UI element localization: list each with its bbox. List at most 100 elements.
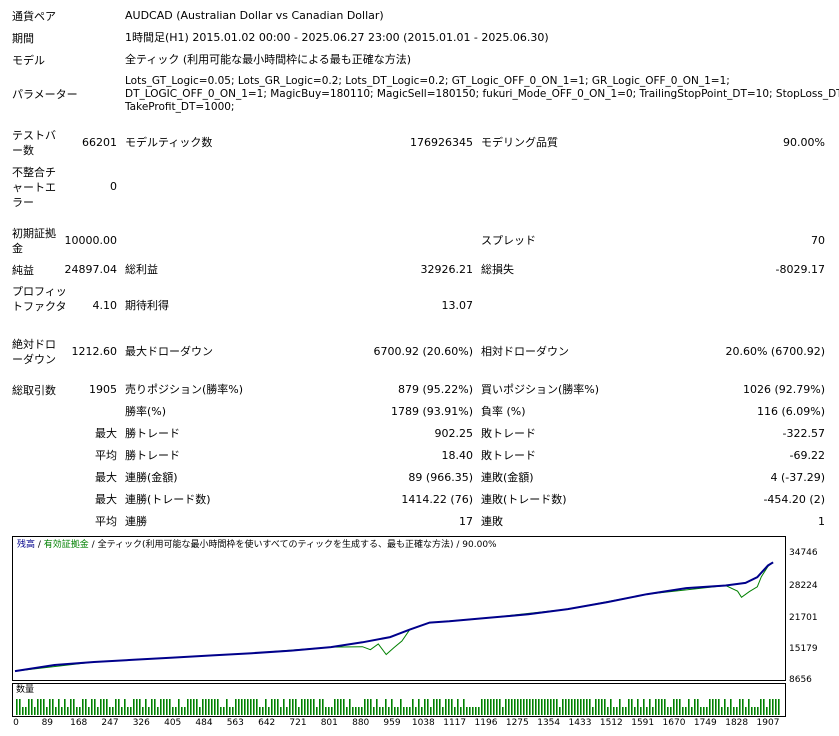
volume-bar (766, 707, 768, 715)
chart-legend: 残高 / 有効証拠金 / 全ティック(利用可能な最小時間枠を使いすべてのティック… (17, 539, 497, 551)
volume-bar (694, 699, 696, 715)
parameters-line-2: DT_LOGIC_OFF_0_ON_1=1; MagicBuy=180110; … (125, 88, 839, 100)
period-value: 1時間足(H1) 2015.01.02 00:00 - 2025.06.27 2… (125, 31, 549, 44)
y-tick-label: 21701 (789, 613, 818, 623)
max-win-trade-value: 902.25 (434, 427, 474, 440)
volume-bar (460, 707, 462, 715)
volume-bar (697, 699, 699, 715)
expected-payoff-label: 期待利得 (125, 299, 169, 312)
volume-bar (115, 699, 117, 715)
volume-bar (529, 699, 531, 715)
legend-separator: / (453, 540, 463, 550)
volume-bar (652, 707, 654, 715)
volume-bar (673, 699, 675, 715)
x-tick-label: 1907 (756, 718, 780, 728)
volume-bar (112, 707, 114, 715)
volume-bar (625, 707, 627, 715)
volume-bar (265, 699, 267, 715)
volume-bar (223, 707, 225, 715)
x-tick-label: 1038 (411, 718, 435, 728)
x-tick-label: 1828 (725, 718, 749, 728)
volume-bar (181, 707, 183, 715)
mismatch-label: 不整合チャートエラー (12, 166, 56, 209)
volume-bar (484, 699, 486, 715)
max-consec-trades-label: 最大 (95, 493, 117, 506)
volume-bar (745, 707, 747, 715)
equity-line (14, 562, 774, 672)
volume-bar (43, 699, 45, 715)
volume-bar (148, 707, 150, 715)
volume-bar (295, 699, 297, 715)
volume-bar (166, 699, 168, 715)
volume-bar (64, 699, 66, 715)
volume-bar (736, 707, 738, 715)
volume-bar (250, 699, 252, 715)
volume-bar (547, 699, 549, 715)
volume-panel: 数量 (12, 683, 786, 717)
volume-bar (538, 699, 540, 715)
volume-bar (358, 707, 360, 715)
volume-bar (424, 699, 426, 715)
volume-bar (355, 707, 357, 715)
volume-bar (196, 699, 198, 715)
volume-bar (559, 707, 561, 715)
volume-bar (373, 707, 375, 715)
volume-bar (451, 699, 453, 715)
volume-bar (145, 699, 147, 715)
volume-bar (199, 707, 201, 715)
x-tick-label: 801 (320, 718, 338, 728)
volume-bar (124, 699, 126, 715)
volume-bar (427, 699, 429, 715)
volume-bar (268, 707, 270, 715)
volume-bar (595, 699, 597, 715)
volume-bar (169, 699, 171, 715)
volume-bar (238, 699, 240, 715)
volume-bar (133, 699, 135, 715)
volume-bar (202, 699, 204, 715)
volume-bar (28, 699, 30, 715)
legend-separator: / (88, 540, 98, 550)
test-bars-value: 66201 (82, 136, 117, 149)
parameters-label: パラメーター (12, 88, 78, 101)
volume-bar (631, 699, 633, 715)
volume-bar (703, 707, 705, 715)
volume-bar (379, 707, 381, 715)
x-tick-label: 642 (258, 718, 276, 728)
volume-bar (88, 707, 90, 715)
volume-bar (280, 707, 282, 715)
total-trades-label: 総取引数 (12, 384, 56, 397)
volume-bar (97, 707, 99, 715)
volume-bar (706, 707, 708, 715)
avg-consec-label: 平均 (95, 515, 117, 528)
volume-bar (151, 699, 153, 715)
volume-bar (568, 699, 570, 715)
volume-bar (253, 699, 255, 715)
volume-bar (646, 707, 648, 715)
volume-bar (577, 699, 579, 715)
volume-bar (346, 707, 348, 715)
volume-bar (121, 707, 123, 715)
volume-bar (670, 707, 672, 715)
volume-bar (328, 707, 330, 715)
volume-label: 数量 (16, 685, 35, 695)
volume-bar (586, 699, 588, 715)
consec-losses-trades-label: 連敗(トレード数) (481, 493, 567, 506)
x-tick-label: 880 (352, 718, 370, 728)
x-tick-label: 1670 (662, 718, 686, 728)
avg-win-label: 平均 (95, 449, 117, 462)
volume-bar (583, 699, 585, 715)
volume-bar (67, 707, 69, 715)
x-tick-label: 1117 (443, 718, 467, 728)
net-profit-value: 24897.04 (64, 263, 118, 276)
spread-value: 70 (811, 234, 825, 247)
gross-loss-value: -8029.17 (775, 263, 825, 276)
volume-bar (709, 699, 711, 715)
volume-bar (19, 699, 21, 715)
volume-bar (100, 699, 102, 715)
volume-bar (322, 699, 324, 715)
volume-bar (499, 699, 501, 715)
volume-bar (580, 699, 582, 715)
volume-bar (16, 699, 18, 715)
volume-bar (493, 699, 495, 715)
initial-deposit-value: 10000.00 (64, 234, 118, 247)
